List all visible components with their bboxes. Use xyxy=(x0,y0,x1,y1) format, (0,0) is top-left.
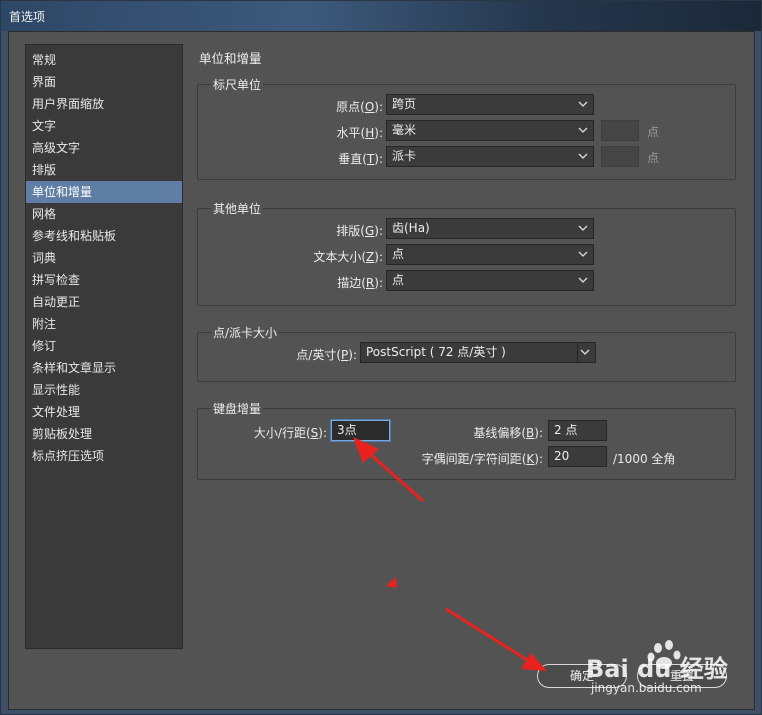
sidebar-item[interactable]: 高级文字 xyxy=(26,137,182,159)
horizontal-unit: 点 xyxy=(647,125,660,139)
chevron-down-icon xyxy=(577,219,589,238)
text-size-label: 文本大小(Z): xyxy=(313,250,383,264)
stroke-select[interactable]: 点 xyxy=(386,270,594,291)
vertical-select[interactable]: 派卡 xyxy=(386,146,594,167)
horizontal-label: 水平(H): xyxy=(336,126,383,140)
chevron-down-icon xyxy=(577,121,589,140)
dialog-content: 常规 界面 用户界面缩放 文字 高级文字 排版 单位和增量 网格 参考线和粘贴板 词典 拼写检查 自动… xyxy=(8,31,755,710)
sidebar-item[interactable]: 参考线和粘贴板 xyxy=(26,225,182,247)
points-inch-label: 点/英寸(P): xyxy=(296,348,357,362)
origin-select[interactable]: 跨页 xyxy=(386,94,594,115)
text-size-select[interactable]: 点 xyxy=(386,244,594,265)
kerning-input[interactable]: 20 xyxy=(548,446,607,467)
kerning-suffix: /1000 全角 xyxy=(613,452,676,466)
chevron-down-icon xyxy=(577,147,589,166)
composition-select[interactable]: 齿(Ha) xyxy=(386,218,594,239)
other-units-label: 其他单位 xyxy=(211,200,264,217)
chevron-down-icon xyxy=(579,343,591,362)
sidebar-item[interactable]: 拼写检查 xyxy=(26,269,182,291)
baidu-watermark-url: jingyan.baidu.com xyxy=(591,681,702,695)
sidebar-item[interactable]: 用户界面缩放 xyxy=(26,93,182,115)
sidebar-item[interactable]: 词典 xyxy=(26,247,182,269)
sidebar-item[interactable]: 单位和增量 xyxy=(26,181,182,203)
sidebar-item[interactable]: 界面 xyxy=(26,71,182,93)
vertical-custom-field[interactable] xyxy=(601,146,639,167)
category-list: 常规 界面 用户界面缩放 文字 高级文字 排版 单位和增量 网格 参考线和粘贴板 词典 拼写检查 自动… xyxy=(25,44,183,649)
sidebar-item[interactable]: 文件处理 xyxy=(26,401,182,423)
sidebar-item[interactable]: 网格 xyxy=(26,203,182,225)
ruler-units-label: 标尺单位 xyxy=(211,76,264,93)
sidebar-item[interactable]: 修订 xyxy=(26,335,182,357)
sidebar-item[interactable]: 剪贴板处理 xyxy=(26,423,182,445)
kerning-label: 字偶间距/字符间距(K): xyxy=(421,452,543,466)
keyboard-increments-group xyxy=(197,408,736,480)
horizontal-custom-field[interactable] xyxy=(601,120,639,141)
size-leading-label: 大小/行距(S): xyxy=(253,426,327,440)
baseline-shift-label: 基线偏移(B): xyxy=(473,426,543,440)
vertical-label: 垂直(T): xyxy=(338,152,383,166)
chevron-down-icon xyxy=(577,271,589,290)
baidu-watermark-logo: Bai du 经验 xyxy=(586,655,728,683)
point-pica-label: 点/派卡大小 xyxy=(211,324,280,341)
stroke-label: 描边(R): xyxy=(337,276,383,290)
composition-label: 排版(G): xyxy=(336,224,383,238)
sidebar-item[interactable]: 排版 xyxy=(26,159,182,181)
title-bar: 首选项 xyxy=(1,1,761,31)
preferences-dialog: 首选项 常规 界面 用户界面缩放 文字 高级文字 排版 单位和增量 网格 参考线和粘贴板 词典 拼写… xyxy=(0,0,762,715)
sidebar-item[interactable]: 自动更正 xyxy=(26,291,182,313)
sidebar-item[interactable]: 附注 xyxy=(26,313,182,335)
sidebar-item[interactable]: 条样和文章显示 xyxy=(26,357,182,379)
origin-label: 原点(O): xyxy=(336,100,383,114)
panel-heading: 单位和增量 xyxy=(199,51,262,66)
vertical-unit: 点 xyxy=(647,151,660,165)
sidebar-item[interactable]: 显示性能 xyxy=(26,379,182,401)
baseline-shift-input[interactable]: 2 点 xyxy=(548,420,607,441)
sidebar-item[interactable]: 常规 xyxy=(26,49,182,71)
sidebar-item[interactable]: 文字 xyxy=(26,115,182,137)
window-title: 首选项 xyxy=(9,10,46,24)
points-inch-select[interactable]: PostScript ( 72 点/英寸 ) xyxy=(360,342,596,363)
keyboard-increments-label: 键盘增量 xyxy=(211,400,264,417)
size-leading-input[interactable]: 3点 xyxy=(331,420,390,441)
sidebar-item[interactable]: 标点挤压选项 xyxy=(26,445,182,467)
chevron-down-icon xyxy=(577,245,589,264)
chevron-down-icon xyxy=(577,95,589,114)
horizontal-select[interactable]: 毫米 xyxy=(386,120,594,141)
